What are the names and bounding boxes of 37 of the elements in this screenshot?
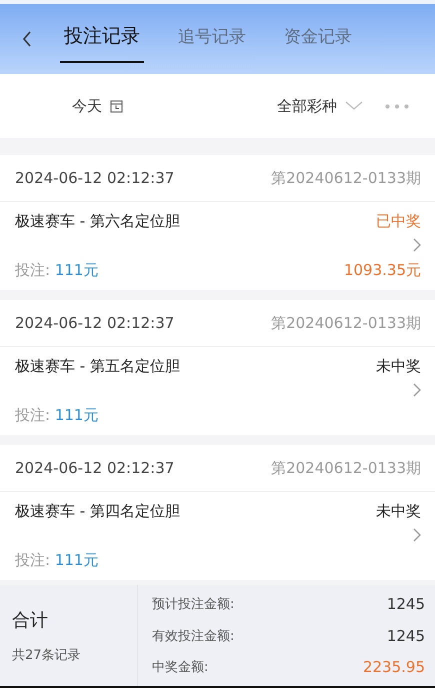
record-time: 2024-06-12 02:12:37 xyxy=(15,314,174,332)
chevron-down-icon[interactable] xyxy=(345,101,363,111)
bet-amount: 投注: 111元 xyxy=(15,261,98,280)
record-card[interactable]: 2024-06-12 02:12:37 第20240612-0133期 极速赛车 - 第六名定位胆 已中奖 投注: 111元 1093.35元 xyxy=(0,155,435,290)
summary-label: 有效投注金额: xyxy=(152,628,234,644)
record-time: 2024-06-12 02:12:37 xyxy=(15,169,174,187)
lottery-filter[interactable]: 全部彩种 xyxy=(277,96,337,116)
summary-value: 1245 xyxy=(386,595,425,613)
date-filter[interactable]: 今天 xyxy=(72,96,102,116)
game-name: 极速赛车 - 第四名定位胆 xyxy=(15,502,180,521)
record-time: 2024-06-12 02:12:37 xyxy=(15,459,174,477)
win-status: 未中奖 xyxy=(376,502,421,521)
bet-amount: 投注: 111元 xyxy=(15,551,98,570)
record-card[interactable]: 2024-06-12 02:12:37 第20240612-0133期 极速赛车 - 第五名定位胆 未中奖 投注: 111元 xyxy=(0,300,435,435)
record-card[interactable]: 2024-06-12 02:12:37 第20240612-0133期 极速赛车 - 第四名定位胆 未中奖 投注: 111元 xyxy=(0,445,435,580)
more-icon[interactable] xyxy=(385,104,409,108)
game-name: 极速赛车 - 第六名定位胆 xyxy=(15,212,180,231)
issue-number: 第20240612-0133期 xyxy=(271,314,421,332)
game-name: 极速赛车 - 第五名定位胆 xyxy=(15,357,180,376)
summary-label: 预计投注金额: xyxy=(152,596,234,613)
win-status: 已中奖 xyxy=(376,212,421,231)
issue-number: 第20240612-0133期 xyxy=(271,168,421,188)
win-status: 未中奖 xyxy=(376,357,421,376)
tab[interactable]: 投注记录 xyxy=(60,15,144,63)
summary-title: 合计 xyxy=(12,608,49,632)
chevron-right-icon[interactable] xyxy=(413,383,421,397)
summary-value: 2235.95 xyxy=(362,658,425,676)
record-count: 共27条记录 xyxy=(12,646,82,664)
summary-value: 1245 xyxy=(386,626,425,644)
summary-label: 中奖金额: xyxy=(152,659,208,676)
back-icon[interactable] xyxy=(22,31,32,47)
bet-amount: 投注: 111元 xyxy=(15,406,98,425)
issue-number: 第20240612-0133期 xyxy=(271,458,421,478)
chevron-right-icon[interactable] xyxy=(413,528,421,542)
chevron-right-icon[interactable] xyxy=(413,238,421,252)
prize-amount: 1093.35元 xyxy=(344,261,421,280)
calendar-icon[interactable] xyxy=(110,100,123,112)
